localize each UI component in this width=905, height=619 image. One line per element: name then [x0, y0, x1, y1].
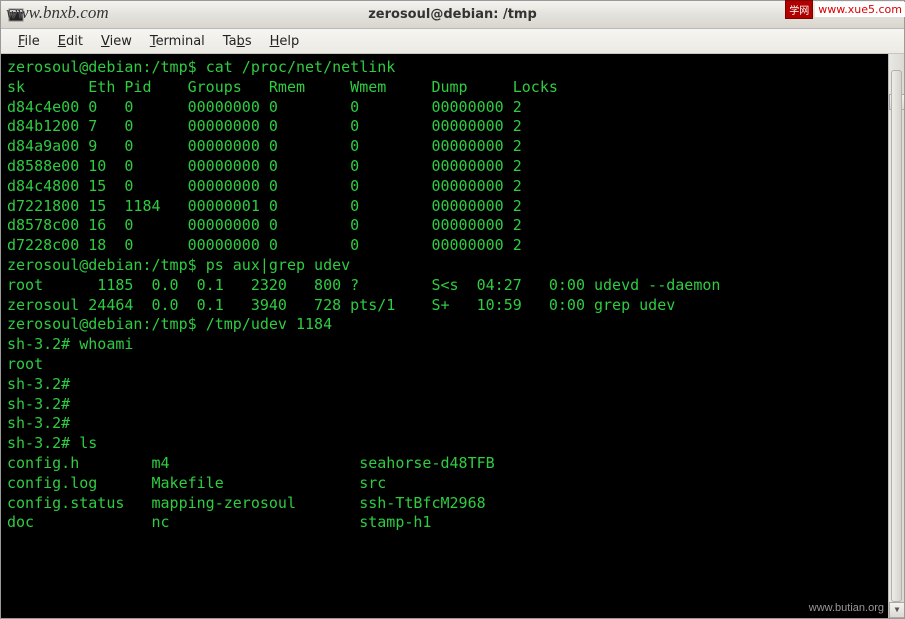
- watermark-top-left: www.bnxb.com: [6, 3, 109, 23]
- output-line: d84c4e00 0 0 00000000 0 0 00000000 2: [7, 98, 522, 116]
- output-line: zerosoul 24464 0.0 0.1 3940 728 pts/1 S+…: [7, 296, 675, 314]
- output-line: config.status mapping-zerosoul ssh-TtBfc…: [7, 494, 486, 512]
- watermark-badge: 学网: [785, 0, 813, 19]
- output-line: sk Eth Pid Groups Rmem Wmem Dump Locks: [7, 78, 558, 96]
- output-line: sh-3.2# whoami: [7, 335, 133, 353]
- menu-tabs[interactable]: Tabs: [214, 31, 261, 52]
- window-title: zerosoul@debian: /tmp: [368, 7, 537, 22]
- output-line: sh-3.2#: [7, 375, 70, 393]
- menu-file[interactable]: File: [9, 31, 49, 52]
- command-text: /tmp/udev 1184: [206, 315, 332, 333]
- menubar: File Edit View Terminal Tabs Help: [1, 29, 904, 54]
- output-line: sh-3.2#: [7, 414, 70, 432]
- terminal-output[interactable]: zerosoul@debian:/tmp$ cat /proc/net/netl…: [1, 54, 904, 618]
- scroll-thumb[interactable]: [891, 70, 902, 602]
- command-text: cat /proc/net/netlink: [206, 58, 396, 76]
- output-line: d84a9a00 9 0 00000000 0 0 00000000 2: [7, 137, 522, 155]
- output-line: d84c4800 15 0 00000000 0 0 00000000 2: [7, 177, 522, 195]
- menu-help[interactable]: Help: [261, 31, 309, 52]
- terminal-window: zerosoul@debian: /tmp File Edit View Ter…: [0, 0, 905, 619]
- menu-edit[interactable]: Edit: [49, 31, 92, 52]
- output-line: d8578c00 16 0 00000000 0 0 00000000 2: [7, 216, 522, 234]
- output-line: d7228c00 18 0 00000000 0 0 00000000 2: [7, 236, 522, 254]
- output-line: sh-3.2#: [7, 395, 70, 413]
- output-line: root: [7, 355, 43, 373]
- output-line: d7221800 15 1184 00000001 0 0 00000000 2: [7, 197, 522, 215]
- prompt: zerosoul@debian:/tmp$: [7, 256, 206, 274]
- output-line: sh-3.2# ls: [7, 434, 97, 452]
- menu-view[interactable]: View: [92, 31, 141, 52]
- output-line: config.h m4 seahorse-d48TFB: [7, 454, 495, 472]
- titlebar[interactable]: zerosoul@debian: /tmp: [1, 1, 904, 29]
- prompt: zerosoul@debian:/tmp$: [7, 58, 206, 76]
- output-line: d84b1200 7 0 00000000 0 0 00000000 2: [7, 117, 522, 135]
- watermark-url: www.xue5.com: [815, 2, 905, 17]
- prompt: zerosoul@debian:/tmp$: [7, 315, 206, 333]
- output-line: d8588e00 10 0 00000000 0 0 00000000 2: [7, 157, 522, 175]
- command-text: ps aux|grep udev: [206, 256, 351, 274]
- menu-terminal[interactable]: Terminal: [141, 31, 214, 52]
- scrollbar[interactable]: ▲ ▼: [888, 54, 904, 618]
- output-line: doc nc stamp-h1: [7, 513, 431, 531]
- watermark-top-right: 学网 www.xue5.com: [785, 0, 905, 19]
- scroll-down-button[interactable]: ▼: [889, 602, 904, 618]
- output-line: config.log Makefile src: [7, 474, 386, 492]
- watermark-bottom-right: www.butian.org: [809, 601, 884, 616]
- output-line: root 1185 0.0 0.1 2320 800 ? S<s 04:27 0…: [7, 276, 720, 294]
